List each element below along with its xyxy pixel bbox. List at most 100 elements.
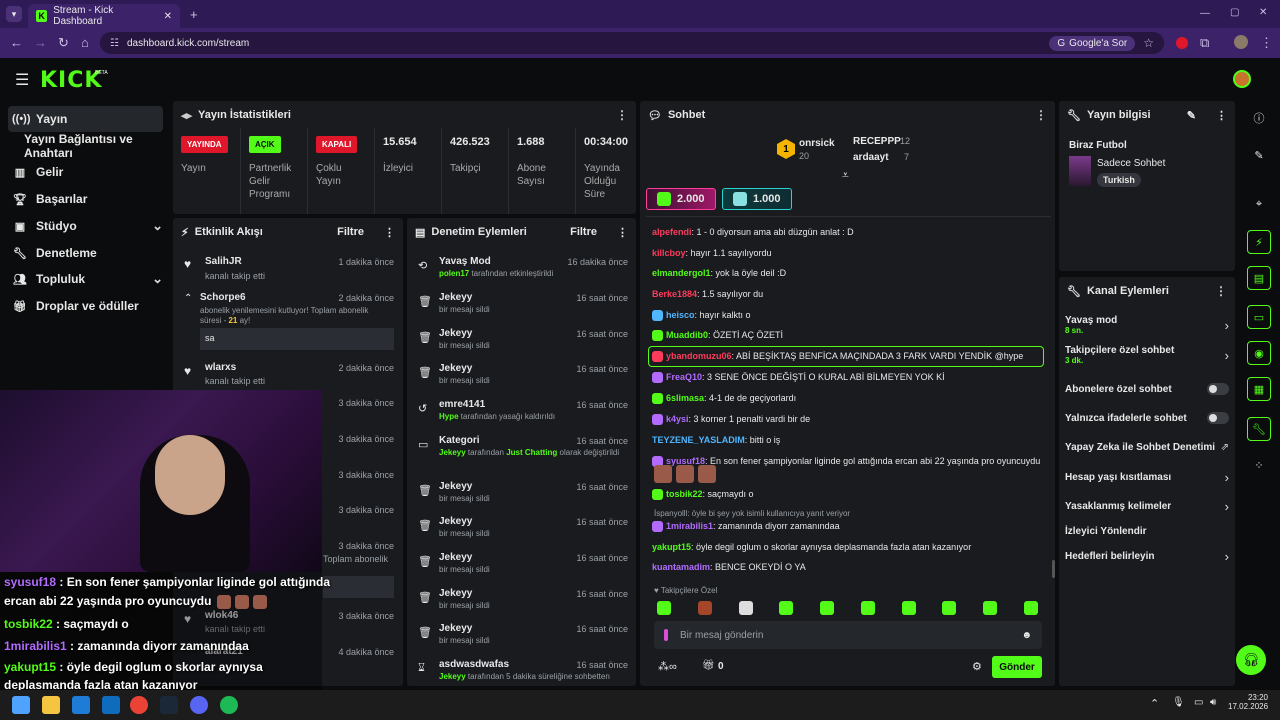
filter-button[interactable]: Filtre <box>570 226 597 238</box>
profile-avatar[interactable] <box>1234 35 1248 49</box>
store-icon[interactable] <box>72 696 90 714</box>
chat-username[interactable]: Berke1884 <box>652 289 697 299</box>
hamburger-menu-icon[interactable]: ☰ <box>15 70 29 90</box>
channel-action-row[interactable]: Yavaş mod 8 sn. › <box>1065 313 1229 337</box>
emote-icon[interactable] <box>860 601 875 615</box>
clock[interactable]: 23:20 17.02.2026 <box>1228 693 1268 711</box>
emote-icon[interactable] <box>657 601 671 615</box>
chat-username[interactable]: alpefendi <box>652 227 692 237</box>
community-icon[interactable]: ⁂∞ <box>658 660 677 673</box>
emoji-picker-icon[interactable]: ☻ <box>1021 630 1032 641</box>
volume-icon[interactable]: 🔊︎ <box>1210 697 1216 708</box>
new-tab-icon[interactable]: + <box>190 7 198 22</box>
nav-item-denetleme[interactable]: 🔧︎ Denetleme <box>8 240 163 266</box>
chat-username[interactable]: elmandergol1 <box>652 268 711 278</box>
nav-item-stream-key[interactable]: Yayın Bağlantısı ve Anahtarı <box>8 132 163 160</box>
gift-box-icon[interactable]: 🎁︎ <box>702 660 715 671</box>
edit-pencil-icon[interactable]: ✎ <box>1187 109 1196 122</box>
apps-icon[interactable]: ⁘ <box>1247 453 1271 477</box>
chat-username[interactable]: FreaQ10 <box>666 372 702 382</box>
emote-icon[interactable] <box>779 601 794 615</box>
kick-logo[interactable]: KICK <box>40 68 102 93</box>
chat-username[interactable]: 6slimasa <box>666 393 704 403</box>
close-tab-icon[interactable]: ✕ <box>164 11 172 22</box>
more-options-icon[interactable]: ⋮ <box>384 226 395 239</box>
channel-action-row[interactable]: Abonelere özel sohbet <box>1065 377 1229 401</box>
chat-settings-icon[interactable]: ⚙︎ <box>972 660 982 673</box>
emote-icon[interactable] <box>738 601 753 615</box>
category-name[interactable]: Sadece Sohbet <box>1097 158 1165 169</box>
chat-username[interactable]: 1mirabilis1 <box>666 521 713 531</box>
broadcast-icon[interactable]: ◉ <box>1247 341 1271 365</box>
mic-tray-icon[interactable]: 🎙︎ <box>1172 697 1185 708</box>
emote-icon[interactable] <box>820 601 835 615</box>
gift-goal-1[interactable]: 2.000 <box>646 188 716 210</box>
steam-icon[interactable] <box>160 696 178 714</box>
channel-action-row[interactable]: Yapay Zeka ile Sohbet Denetimi ⇗ <box>1065 435 1229 459</box>
chat-username[interactable]: killcboy <box>652 248 686 258</box>
wrench-icon[interactable]: 🔧︎ <box>1247 417 1271 441</box>
chat-username[interactable]: Muaddib0 <box>666 330 708 340</box>
browser-menu-icon[interactable]: ⋮ <box>1260 35 1273 51</box>
chat-input[interactable]: Bir mesaj gönderin ☻ <box>654 621 1042 649</box>
chat-username[interactable]: tosbik22 <box>666 489 703 499</box>
emote-icon[interactable] <box>901 601 916 615</box>
forward-icon[interactable]: → <box>34 35 47 50</box>
channel-action-row[interactable]: Hesap yaşı kısıtlaması › <box>1065 465 1229 489</box>
gift-goal-2[interactable]: 1.000 <box>722 188 792 210</box>
channel-action-row[interactable]: Takipçilere özel sohbet 3 dk. › <box>1065 343 1229 367</box>
pencil-icon[interactable]: ✎ <box>1247 143 1271 167</box>
bolt-icon[interactable]: ⚡︎ <box>1247 230 1271 254</box>
home-icon[interactable]: ⌂ <box>81 35 89 50</box>
toggle-switch[interactable] <box>1207 412 1229 424</box>
channel-action-row[interactable]: İzleyici Yönlendir <box>1065 519 1229 543</box>
layout-icon[interactable]: ▦ <box>1247 377 1271 401</box>
chat-username[interactable]: kuantamadim <box>652 562 710 572</box>
support-headset-icon[interactable]: 🎧︎ <box>1236 645 1266 675</box>
expand-icon[interactable]: ⩡ <box>842 168 849 183</box>
focus-icon[interactable]: ⌖ <box>1247 192 1271 216</box>
emote-icon[interactable] <box>942 601 957 615</box>
more-options-icon[interactable]: ⋮ <box>1035 108 1047 122</box>
channel-action-row[interactable]: Yasaklanmış kelimeler › <box>1065 494 1229 518</box>
browser-tab[interactable]: K Stream - Kick Dashboard ✕ <box>28 4 180 28</box>
nav-item-yayin[interactable]: ((•)) Yayın <box>8 106 163 132</box>
filter-button[interactable]: Filtre <box>337 226 364 238</box>
close-window-icon[interactable]: ✕ <box>1259 7 1267 18</box>
tray-chevron-icon[interactable]: ⌃ <box>1150 697 1159 710</box>
send-button[interactable]: Gönder <box>992 656 1042 678</box>
info-icon[interactable]: ⓘ <box>1247 106 1271 130</box>
bookmark-star-icon[interactable]: ☆ <box>1143 36 1154 50</box>
nav-item-studyo[interactable]: ▣ Stüdyo ⌄ <box>8 213 163 239</box>
windows-start-icon[interactable] <box>12 696 30 714</box>
emote-icon[interactable] <box>697 601 712 615</box>
chat-scrollbar[interactable] <box>1052 560 1055 578</box>
chat-username[interactable]: k4ysi <box>666 414 689 424</box>
extension-icon[interactable] <box>1176 37 1188 49</box>
outlook-icon[interactable] <box>102 696 120 714</box>
more-options-icon[interactable]: ⋮ <box>1216 109 1227 122</box>
extensions-puzzle-icon[interactable]: ⧉ <box>1200 35 1209 51</box>
user-avatar[interactable] <box>1233 70 1251 88</box>
file-explorer-icon[interactable] <box>42 696 60 714</box>
minimize-icon[interactable]: — <box>1200 8 1210 19</box>
tab-list-icon[interactable]: ▾ <box>6 6 22 22</box>
chat-username[interactable]: yakupt15 <box>652 542 691 552</box>
channel-action-row[interactable]: Yalnızca ifadelerle sohbet <box>1065 406 1229 430</box>
reload-icon[interactable]: ↻ <box>58 35 69 51</box>
chat-username[interactable]: heisco <box>666 310 695 320</box>
network-icon[interactable]: ▭ <box>1194 697 1203 708</box>
site-info-icon[interactable]: ☷ <box>110 38 119 49</box>
maximize-icon[interactable]: ▢ <box>1230 7 1239 18</box>
url-field[interactable]: ☷ dashboard.kick.com/stream G Google'a So… <box>100 32 1164 54</box>
spotify-icon[interactable] <box>220 696 238 714</box>
nav-item-droplar[interactable]: 🎁︎ Droplar ve ödüller <box>8 293 163 319</box>
discord-icon[interactable] <box>190 696 208 714</box>
google-ask-button[interactable]: G Google'a Sor <box>1049 35 1136 51</box>
chat-icon[interactable]: ▭ <box>1247 305 1271 329</box>
chat-username[interactable]: TEYZENE_YASLADIM <box>652 435 745 445</box>
nav-item-topluluk[interactable]: 👥︎ Topluluk ⌄ <box>8 266 163 292</box>
more-options-icon[interactable]: ⋮ <box>617 226 628 239</box>
document-icon[interactable]: ▤ <box>1247 266 1271 290</box>
toggle-switch[interactable] <box>1207 383 1229 395</box>
